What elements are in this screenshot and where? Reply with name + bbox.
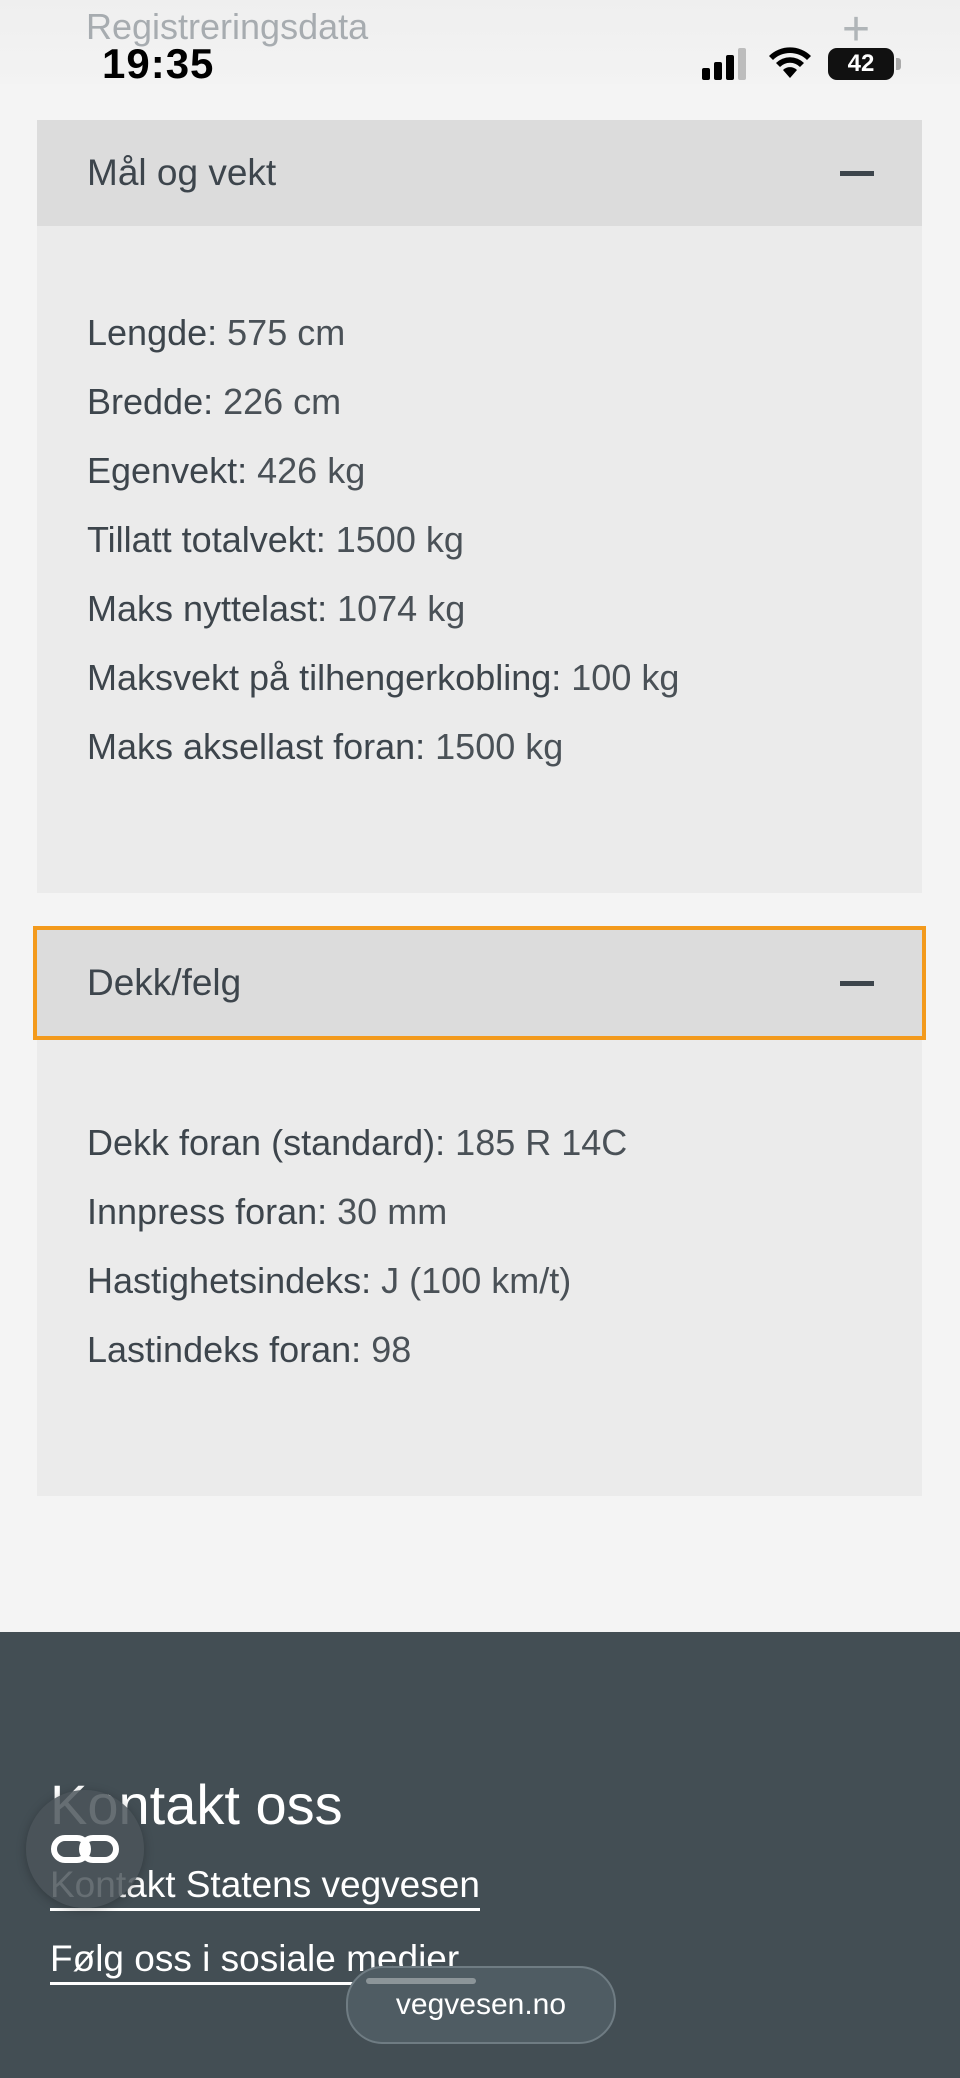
field-value: 30 mm — [337, 1191, 448, 1232]
section-header-dimensions-weight[interactable]: Mål og vekt — [37, 120, 922, 226]
link-icon — [51, 1835, 119, 1863]
section-title: Mål og vekt — [87, 152, 277, 193]
field-row: Lengde: 575 cm — [87, 298, 679, 367]
field-value: J (100 km/t) — [381, 1260, 572, 1301]
field-value: 100 kg — [571, 657, 680, 698]
wifi-icon — [769, 47, 811, 78]
field-label: Dekk foran (standard): — [87, 1122, 446, 1163]
field-row: Maksvekt på tilhengerkobling: 100 kg — [87, 643, 679, 712]
field-value: 1074 kg — [337, 588, 466, 629]
minus-icon[interactable] — [840, 981, 874, 986]
field-row: Tillatt totalvekt: 1500 kg — [87, 505, 679, 574]
browser-url: vegvesen.no — [395, 1988, 567, 2021]
field-label: Lengde: — [87, 312, 218, 353]
section-title: Dekk/felg — [87, 962, 242, 1003]
battery-cap — [896, 58, 901, 70]
field-row: Innpress foran: 30 mm — [87, 1177, 627, 1246]
cellular-signal-icon — [702, 48, 746, 80]
address-bar-handle — [366, 1978, 476, 1984]
copy-link-button[interactable] — [26, 1790, 144, 1908]
plus-icon[interactable]: + — [842, 6, 870, 54]
field-row: Bredde: 226 cm — [87, 367, 679, 436]
field-label: Maksvekt på tilhengerkobling: — [87, 657, 562, 698]
field-label: Maks aksellast foran: — [87, 726, 426, 767]
field-value: 185 R 14C — [455, 1122, 628, 1163]
field-row: Maks aksellast foran: 1500 kg — [87, 712, 679, 781]
field-list: Lengde: 575 cm Bredde: 226 cm Egenvekt: … — [87, 298, 679, 781]
field-label: Maks nyttelast: — [87, 588, 328, 629]
field-value: 1500 kg — [435, 726, 564, 767]
battery-icon: 42 — [828, 48, 894, 80]
field-label: Innpress foran: — [87, 1191, 328, 1232]
field-value: 575 cm — [227, 312, 346, 353]
field-row: Egenvekt: 426 kg — [87, 436, 679, 505]
section-dimensions-weight: Mål og vekt Lengde: 575 cm Bredde: 226 c… — [37, 120, 922, 893]
section-header-tires-rims[interactable]: Dekk/felg — [33, 926, 926, 1040]
field-label: Bredde: — [87, 381, 214, 422]
status-time: 19:35 — [102, 40, 215, 87]
field-label: Tillatt totalvekt: — [87, 519, 326, 560]
status-bar: Registreringsdata + 19:35 42 — [0, 0, 960, 87]
minus-icon[interactable] — [840, 171, 874, 176]
field-row: Dekk foran (standard): 185 R 14C — [87, 1108, 627, 1177]
field-value: 226 cm — [223, 381, 342, 422]
field-value: 98 — [371, 1329, 412, 1370]
field-row: Hastighetsindeks: J (100 km/t) — [87, 1246, 627, 1315]
section-tires-rims: Dekk/felg Dekk foran (standard): 185 R 1… — [33, 926, 926, 1496]
field-label: Hastighetsindeks: — [87, 1260, 372, 1301]
field-value: 1500 kg — [335, 519, 464, 560]
field-list: Dekk foran (standard): 185 R 14C Innpres… — [87, 1108, 627, 1384]
field-row: Lastindeks foran: 98 — [87, 1315, 627, 1384]
field-value: 426 kg — [257, 450, 366, 491]
field-label: Lastindeks foran: — [87, 1329, 362, 1370]
field-label: Egenvekt: — [87, 450, 248, 491]
field-row: Maks nyttelast: 1074 kg — [87, 574, 679, 643]
